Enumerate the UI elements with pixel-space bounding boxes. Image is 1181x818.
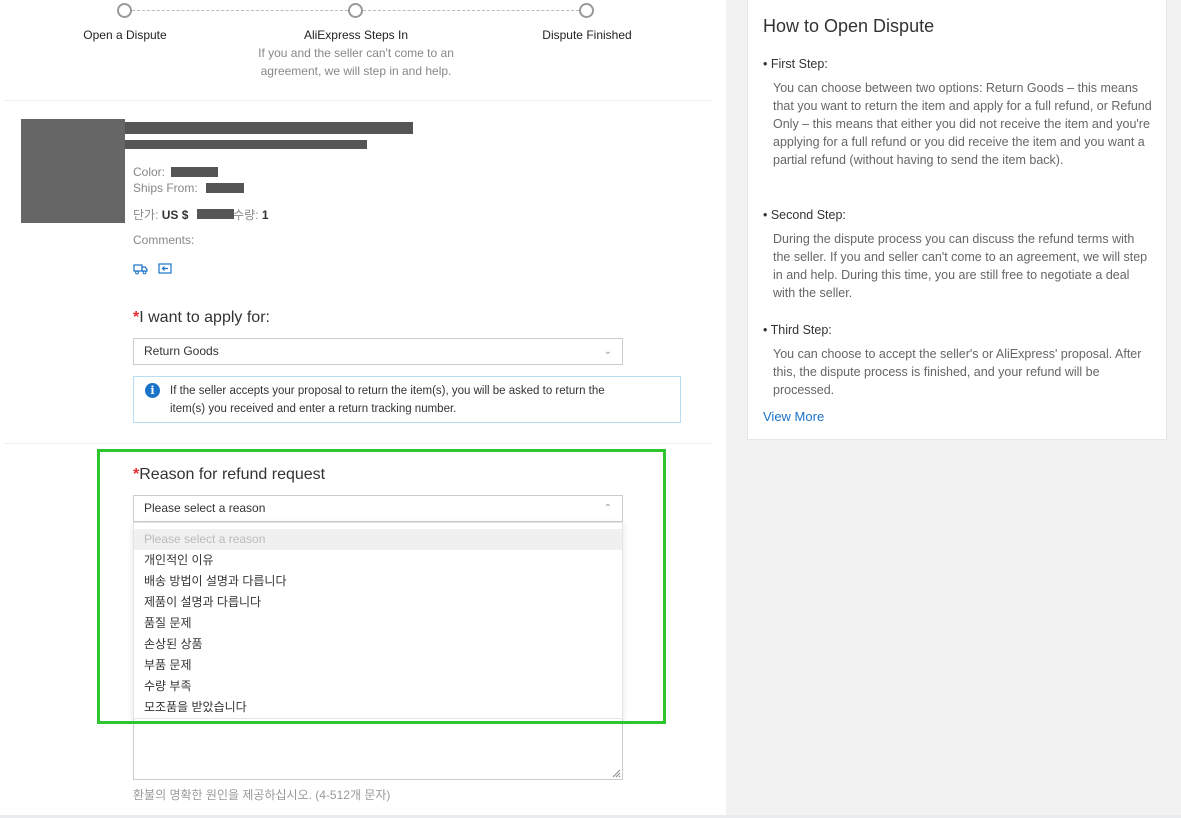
redacted-ships-from-value xyxy=(206,183,244,193)
step-connector xyxy=(132,10,348,11)
resize-handle-icon[interactable] xyxy=(611,768,621,778)
guide-step-3-heading: • Third Step: xyxy=(763,323,832,337)
guide-step-2-heading: • Second Step: xyxy=(763,208,846,222)
highlight-box xyxy=(97,449,666,724)
info-icon: i xyxy=(145,383,160,398)
reason-hint: 환불의 명확한 원인을 제공하십시오. (4-512개 문자) xyxy=(133,788,391,802)
redacted-price-value xyxy=(197,209,234,219)
step-3-indicator xyxy=(579,3,594,18)
guide-step-3-text: You can choose to accept the seller's or… xyxy=(773,347,1142,397)
guide-step-2-text: During the dispute process you can discu… xyxy=(773,232,1148,300)
product-color: Color: xyxy=(133,165,166,179)
step-1-indicator xyxy=(117,3,132,18)
return-arrow-icon[interactable] xyxy=(158,262,172,275)
product-comments: Comments: xyxy=(133,233,195,247)
apply-info-text: If the seller accepts your proposal to r… xyxy=(170,385,605,415)
step-2-label: AliExpress Steps In xyxy=(303,28,409,42)
guide-step-1-heading: • First Step: xyxy=(763,57,828,71)
step-3-label: Dispute Finished xyxy=(542,28,632,42)
redacted-product-title xyxy=(125,122,413,134)
redacted-product-title-line-2[interactable] xyxy=(125,140,367,149)
guide-title: How to Open Dispute xyxy=(763,16,935,36)
shipping-truck-icon[interactable] xyxy=(133,262,148,275)
product-image[interactable] xyxy=(21,119,125,223)
apply-for-title: *I want to apply for: xyxy=(133,309,270,326)
chevron-down-icon: ⌄ xyxy=(603,346,612,357)
guide-step-1-text: You can choose between two options: Retu… xyxy=(773,81,1152,167)
dispute-guide-panel: How to Open Dispute • First Step: You ca… xyxy=(747,0,1167,440)
apply-for-selected-value: Return Goods xyxy=(144,344,219,358)
view-more-link[interactable]: View More xyxy=(763,409,824,424)
step-1-label: Open a Dispute xyxy=(83,28,167,42)
step-2-indicator xyxy=(348,3,363,18)
reason-description-textarea[interactable] xyxy=(133,719,623,780)
product-ships-from: Ships From: xyxy=(133,181,198,195)
step-2-description: If you and the seller can't come to an a… xyxy=(258,46,454,78)
step-connector xyxy=(363,10,579,11)
divider xyxy=(4,443,712,444)
apply-info-box: i If the seller accepts your proposal to… xyxy=(133,376,681,423)
divider xyxy=(4,100,712,101)
dispute-form-panel: Open a Dispute AliExpress Steps In Dispu… xyxy=(0,0,726,818)
redacted-color-value xyxy=(171,167,218,177)
apply-for-select[interactable]: Return Goods ⌄ xyxy=(133,338,623,365)
